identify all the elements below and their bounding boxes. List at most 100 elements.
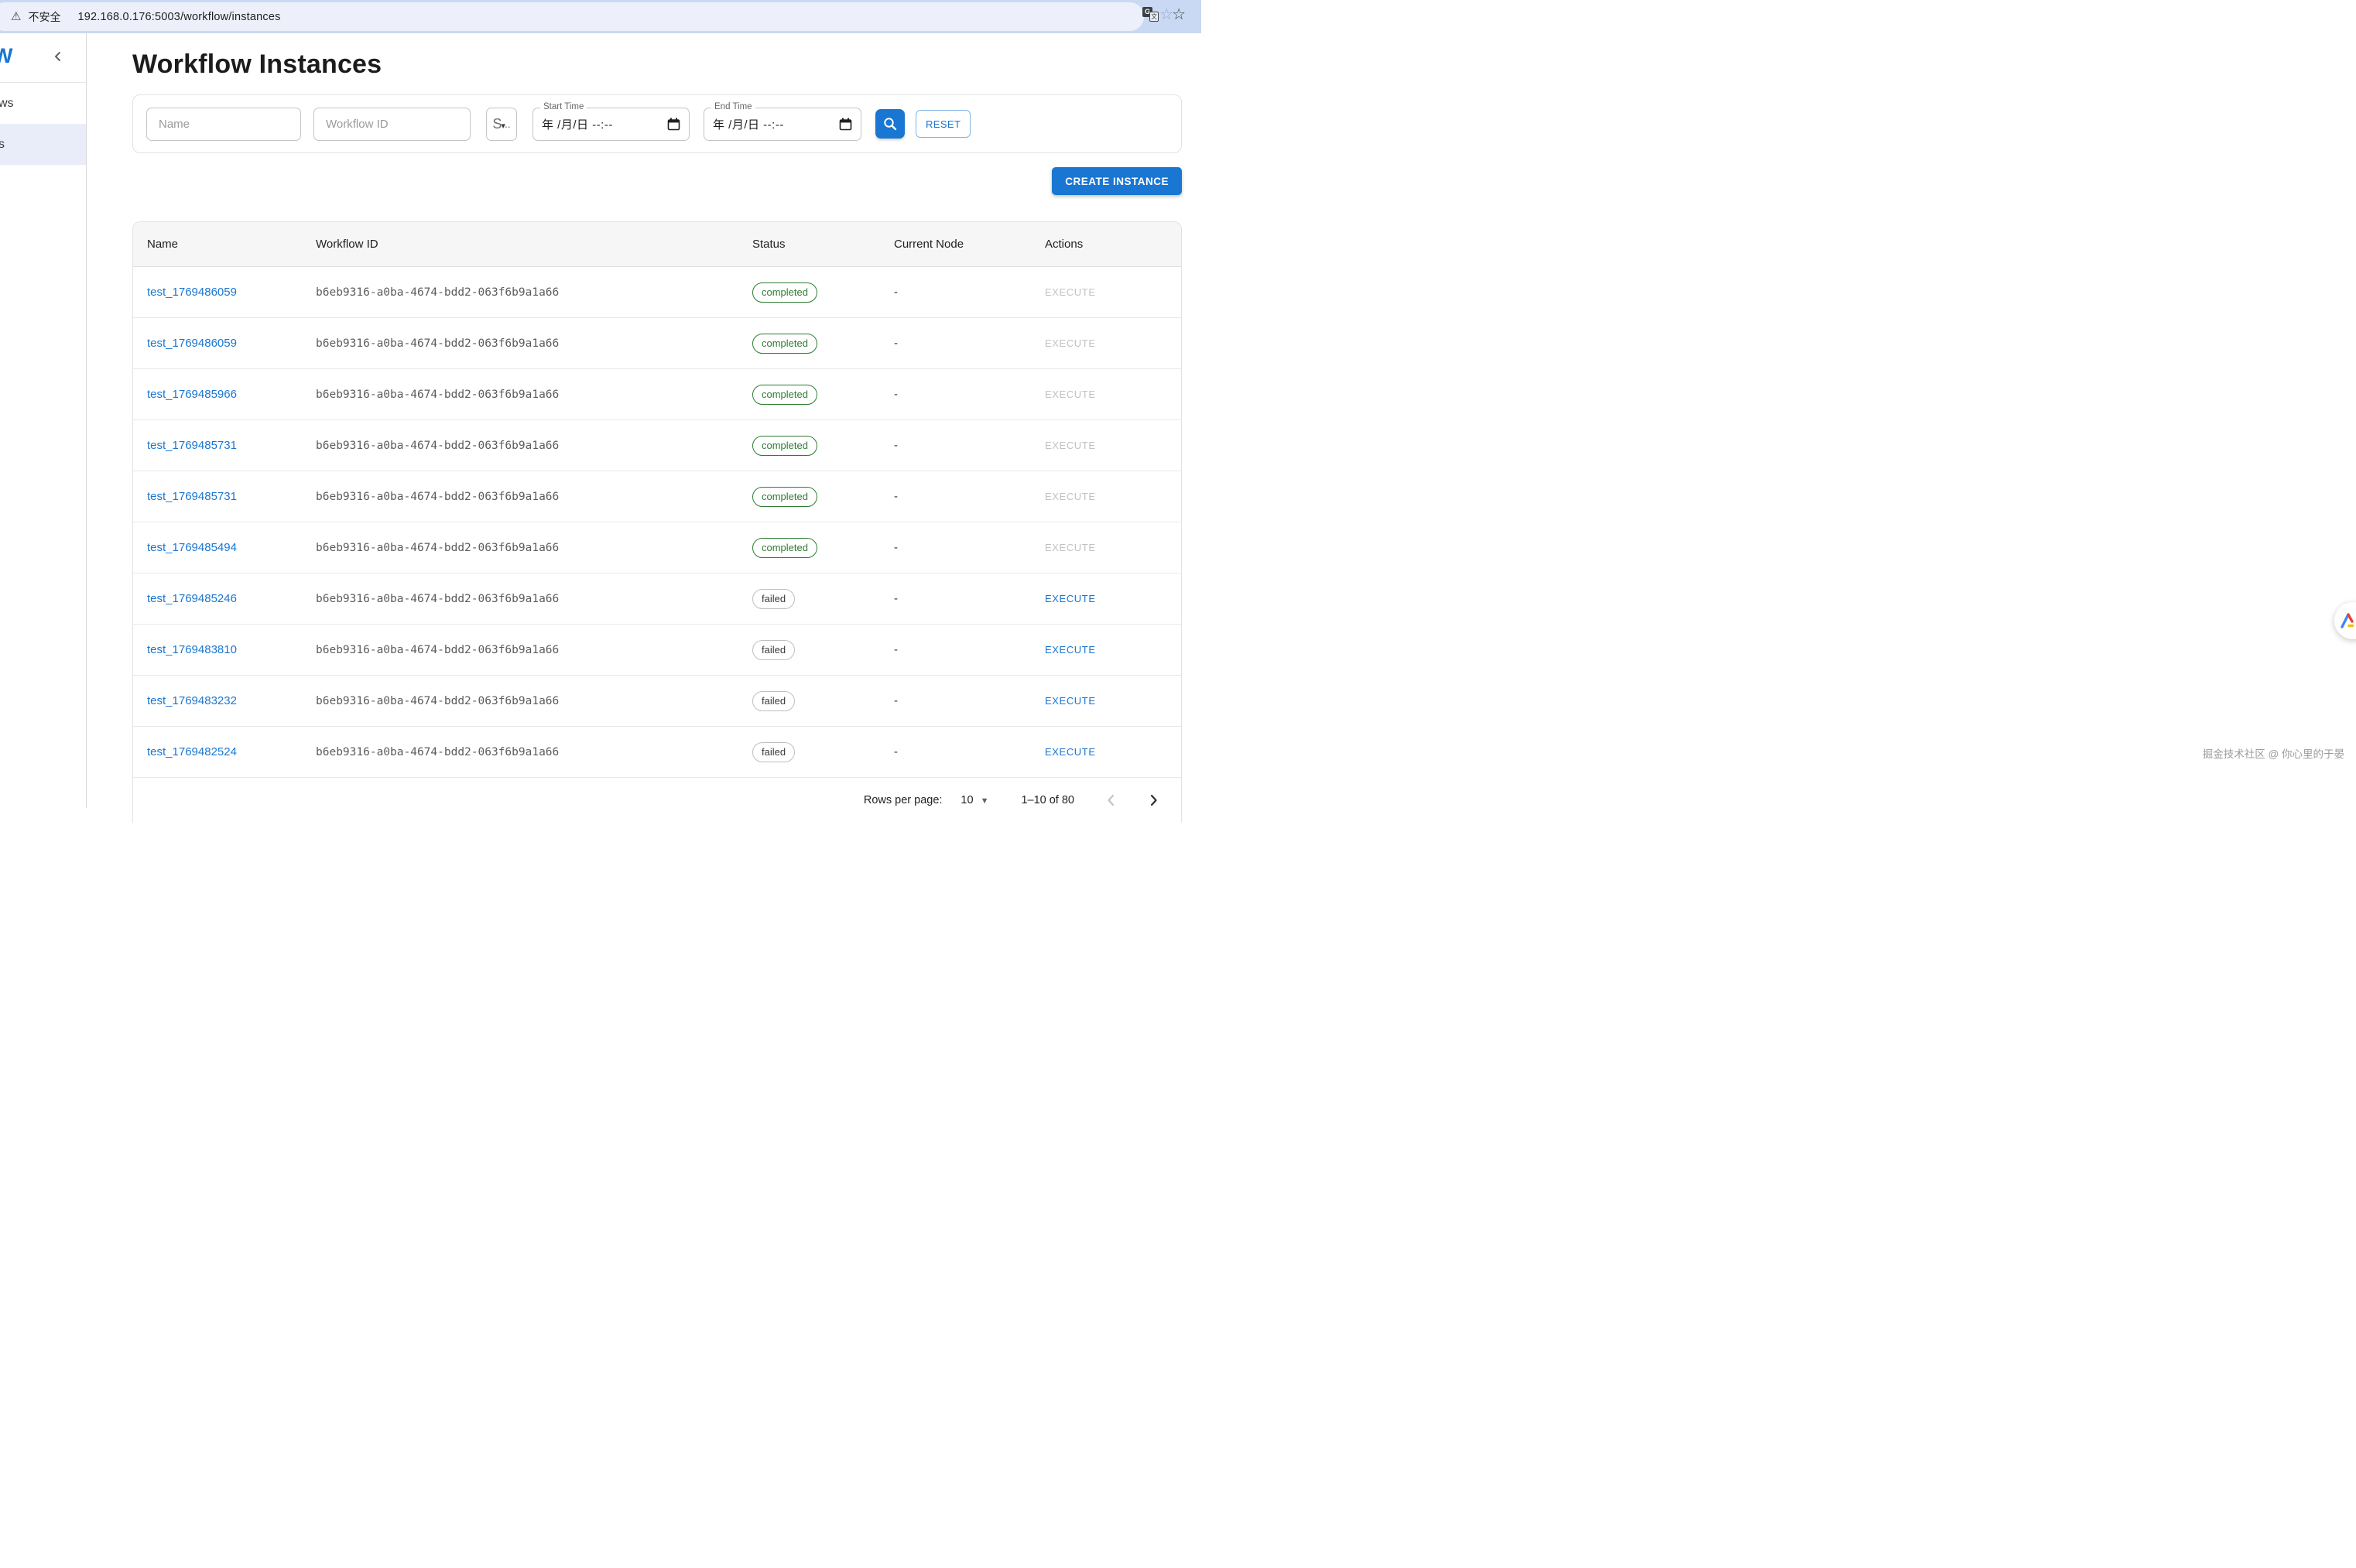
workflow-id-cell: b6eb9316-a0ba-4674-bdd2-063f6b9a1a66	[316, 389, 752, 401]
table-body: test_1769486059 b6eb9316-a0ba-4674-bdd2-…	[133, 267, 1181, 778]
workflow-id-cell: b6eb9316-a0ba-4674-bdd2-063f6b9a1a66	[316, 491, 752, 503]
status-badge: completed	[752, 487, 817, 507]
start-time-input[interactable]: Start Time 年 /月/日 --:--	[532, 108, 690, 141]
chevron-right-icon	[1145, 792, 1162, 809]
status-badge: failed	[752, 640, 795, 660]
url-text[interactable]: 192.168.0.176:5003/workflow/instances	[77, 11, 280, 23]
status-badge: completed	[752, 436, 817, 456]
table-header-row: Name Workflow ID Status Current Node Act…	[133, 222, 1181, 267]
next-page-button[interactable]	[1142, 789, 1164, 811]
execute-button: EXECUTE	[1045, 491, 1096, 502]
instance-name-link[interactable]: test_1769483232	[147, 694, 237, 707]
column-header-current-node: Current Node	[894, 238, 1045, 251]
floating-assistant-button[interactable]	[2334, 602, 2356, 639]
workflow-id-cell: b6eb9316-a0ba-4674-bdd2-063f6b9a1a66	[316, 286, 752, 299]
instance-name-link[interactable]: test_1769485731	[147, 439, 237, 452]
sidebar-collapse-button[interactable]	[47, 46, 69, 67]
column-header-actions: Actions	[1045, 238, 1181, 251]
app-logo-fragment: W	[0, 44, 13, 68]
workflow-id-cell: b6eb9316-a0ba-4674-bdd2-063f6b9a1a66	[316, 542, 752, 554]
execute-button: EXECUTE	[1045, 286, 1096, 298]
calendar-icon[interactable]	[839, 118, 852, 131]
filter-bar: S▾.. Start Time 年 /月/日 --:-- End Time 年 …	[132, 94, 1182, 153]
previous-page-button[interactable]	[1101, 789, 1122, 811]
current-node-cell: -	[894, 694, 1045, 707]
security-label[interactable]: 不安全	[28, 9, 60, 25]
instance-name-link[interactable]: test_1769486059	[147, 337, 237, 350]
current-node-cell: -	[894, 592, 1045, 605]
table-row: test_1769486059 b6eb9316-a0ba-4674-bdd2-…	[133, 267, 1181, 318]
workflow-id-cell: b6eb9316-a0ba-4674-bdd2-063f6b9a1a66	[316, 695, 752, 707]
table-row: test_1769483232 b6eb9316-a0ba-4674-bdd2-…	[133, 676, 1181, 727]
page-title: Workflow Instances	[132, 50, 1182, 80]
reset-button[interactable]: RESET	[916, 110, 971, 138]
address-bar[interactable]: ⚠ 不安全 192.168.0.176:5003/workflow/instan…	[0, 2, 1144, 31]
column-header-name: Name	[133, 238, 316, 251]
instance-name-link[interactable]: test_1769482524	[147, 745, 237, 758]
workflow-id-cell: b6eb9316-a0ba-4674-bdd2-063f6b9a1a66	[316, 644, 752, 656]
table-row: test_1769485246 b6eb9316-a0ba-4674-bdd2-…	[133, 573, 1181, 625]
start-time-label: Start Time	[540, 102, 587, 111]
current-node-cell: -	[894, 643, 1045, 656]
instance-name-link[interactable]: test_1769485966	[147, 388, 237, 401]
current-node-cell: -	[894, 439, 1045, 452]
chevron-left-icon	[1103, 792, 1120, 809]
calendar-icon[interactable]	[667, 118, 680, 131]
search-button[interactable]	[875, 109, 905, 139]
execute-button[interactable]: EXECUTE	[1045, 644, 1096, 656]
current-node-cell: -	[894, 337, 1045, 350]
search-icon	[882, 116, 898, 132]
table-row: test_1769486059 b6eb9316-a0ba-4674-bdd2-…	[133, 318, 1181, 369]
table-row: test_1769485731 b6eb9316-a0ba-4674-bdd2-…	[133, 471, 1181, 522]
instance-name-link[interactable]: test_1769483810	[147, 643, 237, 656]
extension-star-icon[interactable]: ☆	[1159, 7, 1173, 22]
assistant-logo-icon	[2340, 612, 2356, 629]
create-instance-button[interactable]: CREATE INSTANCE	[1052, 167, 1182, 195]
select-caret-icon: ▼	[981, 796, 989, 806]
execute-button[interactable]: EXECUTE	[1045, 746, 1096, 758]
name-filter-input[interactable]	[146, 108, 301, 141]
sidebar-item-workflows[interactable]: ws	[0, 83, 86, 124]
status-badge: completed	[752, 282, 817, 303]
instance-name-link[interactable]: test_1769485494	[147, 541, 237, 554]
status-badge: failed	[752, 589, 795, 609]
rows-per-page-select[interactable]: 10 ▼	[961, 794, 988, 806]
execute-button[interactable]: EXECUTE	[1045, 695, 1096, 707]
status-badge: completed	[752, 334, 817, 354]
execute-button: EXECUTE	[1045, 542, 1096, 553]
table-row: test_1769485731 b6eb9316-a0ba-4674-bdd2-…	[133, 420, 1181, 471]
execute-button[interactable]: EXECUTE	[1045, 593, 1096, 604]
instances-table: Name Workflow ID Status Current Node Act…	[132, 221, 1182, 823]
rows-per-page-label: Rows per page:	[864, 794, 943, 806]
bookmark-star-icon[interactable]: ☆	[1172, 7, 1186, 22]
current-node-cell: -	[894, 745, 1045, 758]
workflow-id-cell: b6eb9316-a0ba-4674-bdd2-063f6b9a1a66	[316, 593, 752, 605]
watermark-text: 掘金技术社区 @ 你心里的于晏	[2203, 745, 2344, 761]
workflow-id-cell: b6eb9316-a0ba-4674-bdd2-063f6b9a1a66	[316, 746, 752, 758]
browser-top-bar: ⚠ 不安全 192.168.0.176:5003/workflow/instan…	[0, 0, 1201, 33]
table-row: test_1769483810 b6eb9316-a0ba-4674-bdd2-…	[133, 625, 1181, 676]
sidebar-item-instances[interactable]: s	[0, 124, 86, 165]
workflow-id-filter-input[interactable]	[313, 108, 471, 141]
sidebar: W ws s	[0, 33, 87, 808]
status-badge: completed	[752, 538, 817, 558]
status-badge: completed	[752, 385, 817, 405]
pagination-range: 1–10 of 80	[1021, 794, 1074, 806]
not-secure-warning-icon: ⚠	[11, 11, 21, 22]
current-node-cell: -	[894, 490, 1045, 503]
chevron-left-icon	[52, 50, 64, 63]
status-badge: failed	[752, 691, 795, 711]
translate-icon[interactable]: G 文	[1142, 7, 1159, 22]
column-header-status: Status	[752, 238, 894, 251]
current-node-cell: -	[894, 541, 1045, 554]
table-row: test_1769485494 b6eb9316-a0ba-4674-bdd2-…	[133, 522, 1181, 573]
workflow-id-cell: b6eb9316-a0ba-4674-bdd2-063f6b9a1a66	[316, 440, 752, 452]
current-node-cell: -	[894, 388, 1045, 401]
workflow-id-cell: b6eb9316-a0ba-4674-bdd2-063f6b9a1a66	[316, 337, 752, 350]
execute-button: EXECUTE	[1045, 337, 1096, 349]
instance-name-link[interactable]: test_1769485246	[147, 592, 237, 605]
instance-name-link[interactable]: test_1769486059	[147, 286, 237, 299]
end-time-input[interactable]: End Time 年 /月/日 --:--	[704, 108, 861, 141]
status-filter-select[interactable]: S▾..	[486, 108, 517, 141]
instance-name-link[interactable]: test_1769485731	[147, 490, 237, 503]
